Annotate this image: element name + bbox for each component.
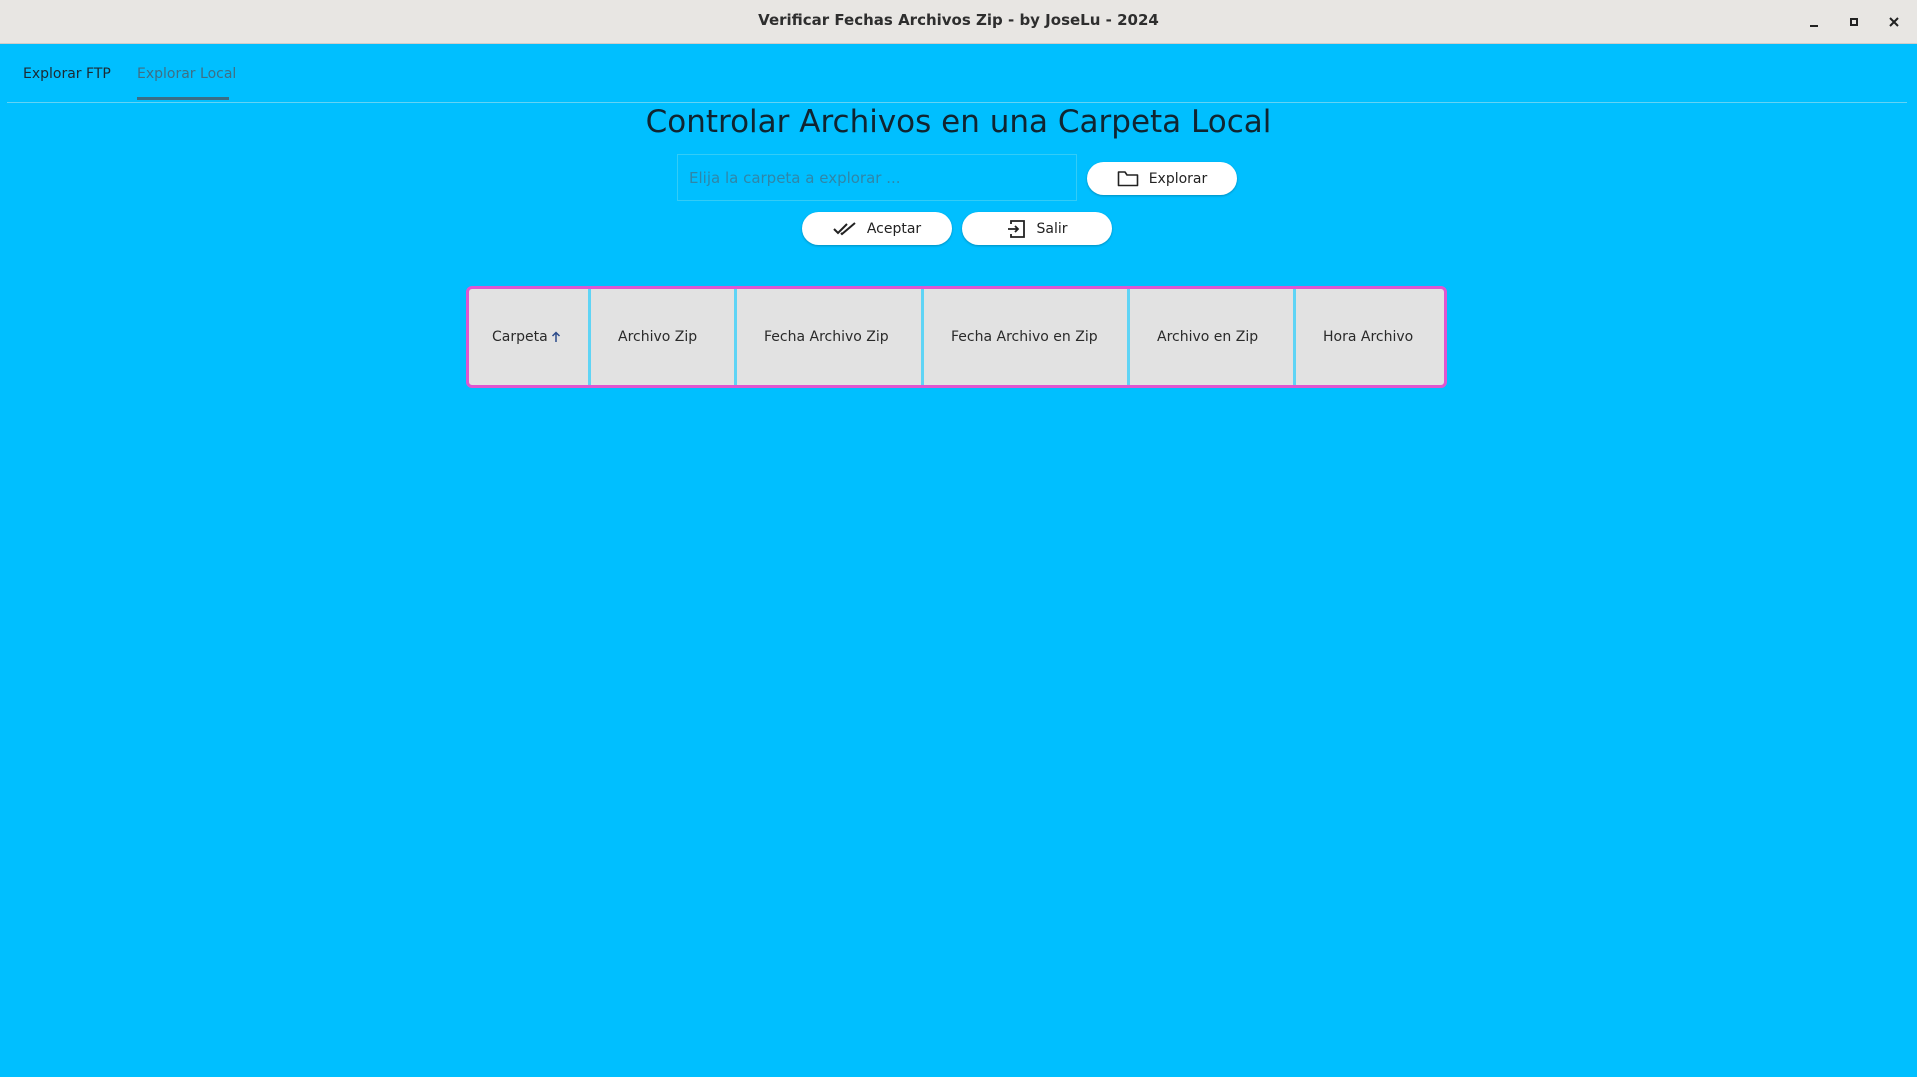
- page-title: Controlar Archivos en una Carpeta Local: [645, 104, 1272, 140]
- column-header-fecha-archivo-en-zip[interactable]: Fecha Archivo en Zip: [924, 289, 1130, 385]
- column-header-hora-archivo[interactable]: Hora Archivo: [1296, 289, 1444, 385]
- column-header-fecha-archivo-zip[interactable]: Fecha Archivo Zip: [737, 289, 924, 385]
- folder-path-input[interactable]: [677, 154, 1077, 201]
- window-titlebar: Verificar Fechas Archivos Zip - by JoseL…: [0, 0, 1917, 44]
- salir-button[interactable]: Salir: [962, 212, 1112, 245]
- close-icon[interactable]: [1882, 10, 1906, 34]
- results-table: Carpeta Archivo Zip Fecha Archivo Zip Fe…: [466, 286, 1447, 388]
- tab-explorar-local[interactable]: Explorar Local: [137, 66, 236, 82]
- explorar-button[interactable]: Explorar: [1087, 162, 1237, 195]
- aceptar-button[interactable]: Aceptar: [802, 212, 952, 245]
- column-header-archivo-zip[interactable]: Archivo Zip: [591, 289, 737, 385]
- window-title: Verificar Fechas Archivos Zip - by JoseL…: [758, 11, 1159, 29]
- column-header-carpeta[interactable]: Carpeta: [469, 289, 591, 385]
- minimize-icon[interactable]: [1802, 10, 1826, 34]
- aceptar-button-label: Aceptar: [866, 220, 922, 237]
- tab-explorar-ftp[interactable]: Explorar FTP: [23, 66, 111, 82]
- double-check-icon: [833, 221, 857, 237]
- salir-button-label: Salir: [1036, 220, 1068, 237]
- tab-bar: Explorar FTP Explorar Local: [7, 44, 1907, 103]
- folder-icon: [1117, 170, 1139, 188]
- explorar-button-label: Explorar: [1148, 170, 1208, 187]
- arrow-up-icon: [551, 331, 561, 343]
- exit-icon: [1006, 219, 1026, 239]
- active-tab-indicator: [137, 97, 229, 100]
- maximize-icon[interactable]: [1842, 10, 1866, 34]
- column-header-archivo-en-zip[interactable]: Archivo en Zip: [1130, 289, 1296, 385]
